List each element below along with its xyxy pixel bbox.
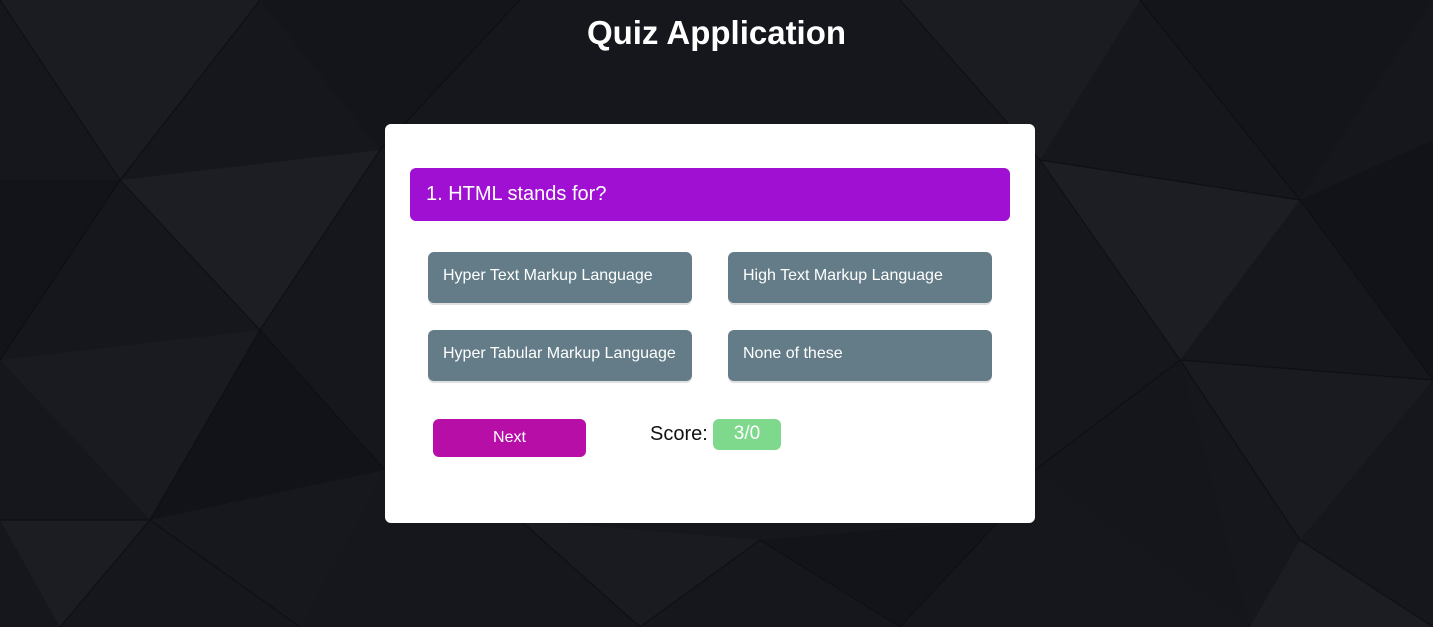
option-button-2[interactable]: High Text Markup Language [728,252,992,303]
option-button-3[interactable]: Hyper Tabular Markup Language [428,330,692,381]
option-button-4[interactable]: None of these [728,330,992,381]
next-button[interactable]: Next [433,419,586,457]
score-label: Score: [650,423,708,445]
option-button-1[interactable]: Hyper Text Markup Language [428,252,692,303]
quiz-card: 1. HTML stands for? Hyper Text Markup La… [385,124,1035,523]
app-title: Quiz Application [586,14,847,51]
score-badge: 3/0 [713,419,781,450]
question-text: 1. HTML stands for? [410,168,1010,221]
